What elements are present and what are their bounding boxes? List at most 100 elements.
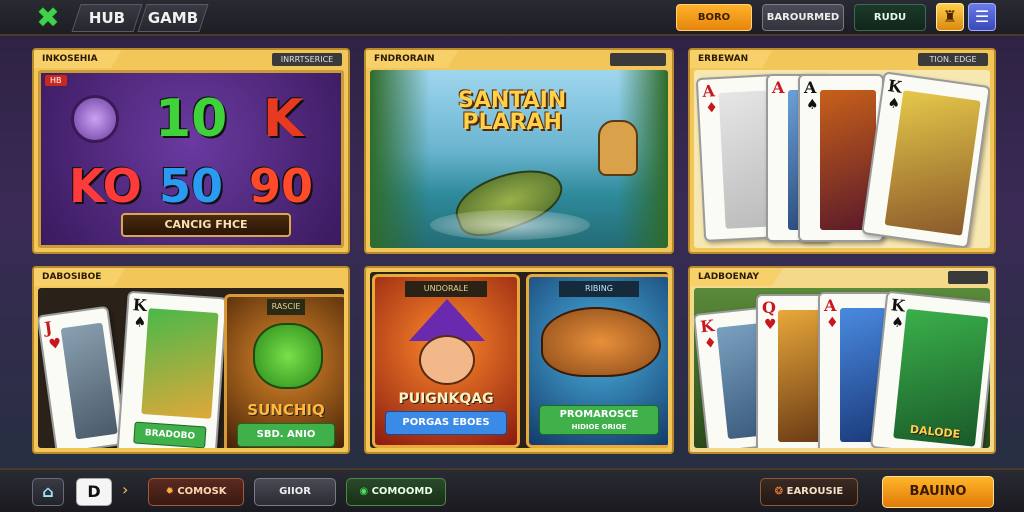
footer-button-4-label: EAROUSIE: [786, 486, 844, 497]
slot-symbol: 50: [159, 159, 224, 213]
card-suit: ♠: [133, 314, 147, 332]
panel-cards-left-tag: DABOSIBOE: [34, 268, 126, 286]
game-tile-sunchiq[interactable]: RASCIE SUNCHIQ SBD. ANIO: [224, 294, 344, 448]
panel-cards-top-tag-right: TION. EDGE: [918, 53, 988, 66]
tab-hub-label: HUB: [88, 9, 126, 27]
grey-button[interactable]: BAROURMED: [762, 4, 844, 31]
panel-cards-left[interactable]: DABOSIBOE J ♥ K ♠ BRADOBO RASCIE SUNCHIQ…: [32, 266, 350, 454]
game-tile-button[interactable]: PORGAS EBOES: [385, 411, 507, 435]
footer-button-4[interactable]: ❂ EAROUSIE: [760, 478, 858, 506]
playing-card[interactable]: K ♠: [861, 71, 990, 248]
card-rank: A: [804, 78, 817, 97]
footer-button-1-label: COMOSK: [177, 486, 227, 497]
card-rank: A: [824, 296, 837, 315]
frog-character: [253, 323, 323, 389]
footer-button-1[interactable]: ✹ COMOSK: [148, 478, 244, 506]
card-suit: ♦: [826, 315, 839, 331]
card-suit: ♦: [704, 100, 719, 117]
footer-button-3-label: COMOOMD: [371, 486, 433, 497]
cards-left-area: J ♥ K ♠ BRADOBO RASCIE SUNCHIQ SBD. ANIO: [38, 288, 344, 448]
slot-symbol: 10: [155, 89, 228, 149]
panel-cards-right-tag: LADBOENAY: [690, 268, 783, 286]
playing-card[interactable]: K ♠ DALODE: [870, 290, 990, 448]
fisherman: [598, 120, 638, 176]
panel-cards-right[interactable]: LADBOENAY K ♦ Q ♥ A ♦ K ♠ DALODE: [688, 266, 996, 454]
footer-button-3[interactable]: ◉ COMOOMD: [346, 478, 446, 506]
trophy-icon[interactable]: ♜: [936, 3, 964, 31]
panel-fishing-tag-right: [610, 53, 666, 66]
coin-icon: ◉: [359, 486, 372, 497]
star-icon: ✹: [165, 486, 178, 497]
chevron-right-icon[interactable]: ›: [122, 480, 128, 499]
card-button[interactable]: BRADOBO: [133, 421, 207, 448]
wizard-face: [419, 335, 475, 385]
card-suit: ♦: [703, 334, 718, 353]
panel-slots-tag: INKOSEHIA: [34, 50, 122, 68]
panel-slots-tag-right: INRRTSERICE: [272, 53, 342, 66]
game-tile-label: UNDORALE: [405, 281, 487, 297]
card-suit: ♠: [806, 97, 819, 113]
slot-symbol: 90: [249, 159, 314, 213]
d-logo-icon[interactable]: D: [76, 478, 112, 506]
playing-card[interactable]: J ♥: [38, 305, 128, 448]
panel-cards-top[interactable]: ERBEWAN TION. EDGE A ♦ A A ♠ K ♠: [688, 48, 996, 254]
card-rank: J: [43, 317, 54, 338]
game-title: PROMAROSCE: [559, 409, 639, 420]
fishing-title-line1: SANTAIN: [458, 88, 567, 113]
card-rank: K: [890, 295, 906, 316]
card-suit: ♥: [47, 335, 63, 354]
game-subtitle: HIDIOE ORIOE: [571, 423, 627, 431]
card-rank: K: [699, 316, 716, 337]
panel-fishing[interactable]: FNDRORAIN SANTAIN PLARAH: [364, 48, 674, 254]
splash: [430, 210, 590, 240]
fishing-scene: SANTAIN PLARAH: [370, 70, 668, 248]
top-bar: ✖ HUB GAMB BORO BAROURMED RUDU ♜ ☰: [0, 0, 1024, 36]
card-rank: K: [886, 76, 904, 97]
tab-gamb[interactable]: GAMB: [137, 4, 209, 32]
game-tile-label: RIBING: [559, 281, 639, 297]
panel-cards-top-tag: ERBEWAN: [690, 50, 773, 68]
card-suit: ♠: [886, 95, 902, 113]
bottom-bar: ⌂ D › ✹ COMOSK GIIOR ◉ COMOOMD ❂ EAROUSI…: [0, 468, 1024, 512]
gift-icon: ❂: [774, 486, 787, 497]
slot-symbol: KO: [69, 159, 142, 213]
x-logo-icon[interactable]: ✖: [30, 3, 66, 33]
home-icon[interactable]: ⌂: [32, 478, 64, 506]
fish: [541, 307, 661, 377]
tab-hub[interactable]: HUB: [71, 4, 143, 32]
game-title: PUIGNKQAG: [398, 391, 494, 407]
game-title: SUNCHIQ: [247, 401, 325, 419]
game-tile-label: RASCIE: [267, 299, 305, 315]
card-suit: ♠: [890, 314, 905, 332]
game-tile-button[interactable]: SBD. ANIO: [237, 423, 335, 447]
fishing-title: SANTAIN PLARAH: [458, 90, 566, 134]
card-rank: A: [701, 81, 716, 101]
gem-icon: [71, 95, 119, 143]
footer-button-2[interactable]: GIIOR: [254, 478, 336, 506]
cards-top-area: A ♦ A A ♠ K ♠: [694, 70, 990, 248]
game-tile-button[interactable]: PROMAROSCE HIDIOE ORIOE: [539, 405, 659, 435]
panel-cards-right-tag-right: [948, 271, 988, 284]
playing-card[interactable]: K ♠ BRADOBO: [116, 290, 228, 448]
game-tile-promaroscce[interactable]: RIBING PROMAROSCE HIDIOE ORIOE: [526, 274, 668, 448]
card-rank: K: [132, 295, 148, 316]
card-rank: Q: [762, 298, 776, 317]
menu-icon[interactable]: ☰: [968, 3, 996, 31]
slot-reels: HB 10 K KO 50 90 CANCIG FHCE: [38, 70, 344, 248]
tab-gamb-label: GAMB: [147, 9, 199, 27]
cards-right-area: K ♦ Q ♥ A ♦ K ♠ DALODE: [694, 288, 990, 448]
card-suit: ♥: [764, 317, 777, 333]
orange-button[interactable]: BORO: [676, 4, 752, 31]
card-art: [884, 90, 981, 236]
panel-fishing-tag: FNDRORAIN: [366, 50, 459, 68]
game-tile-puignkqag[interactable]: UNDORALE PUIGNKQAG PORGAS EBOES: [372, 274, 520, 448]
play-button[interactable]: BAUINO: [882, 476, 994, 508]
slot-plate[interactable]: CANCIG FHCE: [121, 213, 291, 237]
card-rank: A: [772, 78, 785, 97]
fishing-title-line2: PLARAH: [462, 110, 562, 135]
middle-area: UNDORALE PUIGNKQAG PORGAS EBOES RIBING P…: [370, 272, 668, 448]
green-button[interactable]: RUDU: [854, 4, 926, 31]
panel-slots[interactable]: INKOSEHIA INRRTSERICE HB 10 K KO 50 90 C…: [32, 48, 350, 254]
tree-left: [370, 70, 430, 248]
card-art: [60, 322, 118, 440]
